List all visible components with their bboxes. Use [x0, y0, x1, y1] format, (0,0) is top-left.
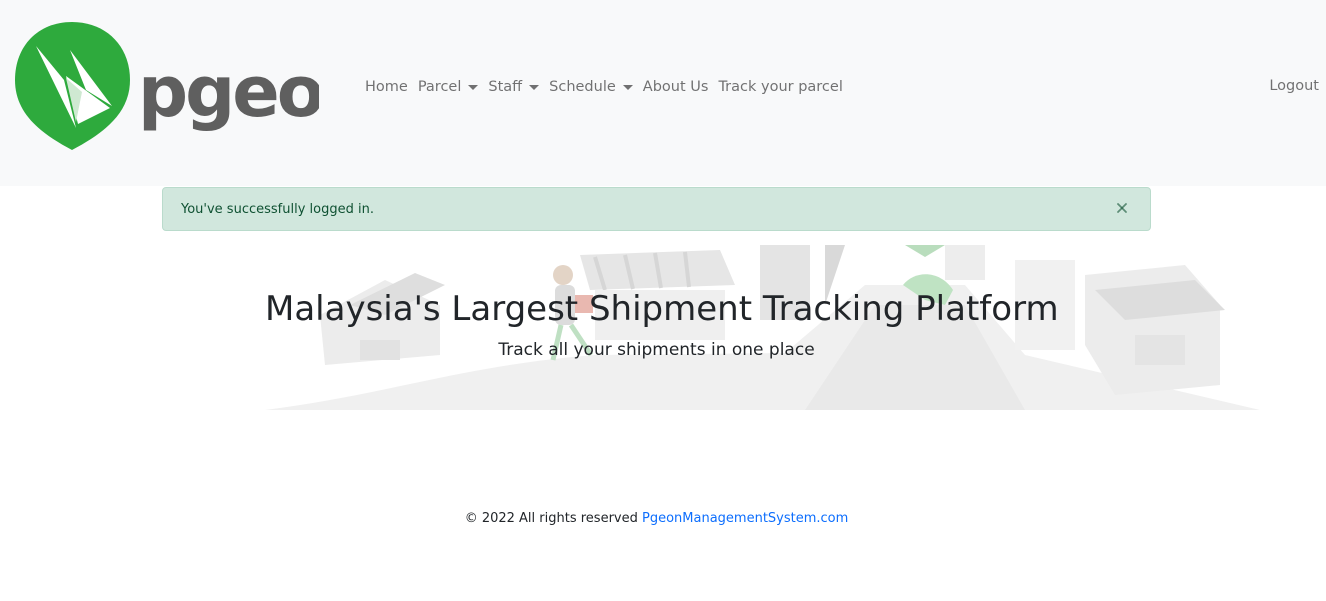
close-icon[interactable] [1114, 200, 1130, 216]
alert-message: You've successfully logged in. [181, 201, 374, 217]
pigeon-paper-plane-icon: pgeon [15, 22, 372, 150]
caret-down-icon [468, 84, 479, 90]
footer-copyright: © 2022 All rights reserved [464, 511, 638, 526]
footer-site-link[interactable]: PgeonManagementSystem.com [642, 511, 848, 526]
nav-menu: Home Parcel Staff Schedule About Us Trac… [360, 74, 848, 100]
brand-logo[interactable]: pgeon [14, 20, 372, 152]
nav-track-link[interactable]: Track your parcel [713, 79, 847, 95]
nav-track-label: Track your parcel [718, 79, 843, 95]
brand-wordmark: pgeon [138, 51, 319, 133]
logout-link[interactable]: Logout [1269, 78, 1319, 94]
footer: © 2022 All rights reserved PgeonManageme… [0, 511, 1313, 526]
success-alert: You've successfully logged in. [162, 187, 1151, 231]
nav-home-link[interactable]: Home [360, 79, 413, 95]
caret-down-icon [622, 84, 633, 90]
caret-down-icon [529, 84, 540, 90]
navbar: pgeon Home Parcel Staff Schedule About U… [0, 0, 1326, 186]
nav-schedule-dropdown[interactable]: Schedule [544, 79, 638, 95]
hero-subtitle: Track all your shipments in one place [498, 340, 815, 360]
nav-staff-label: Staff [488, 79, 523, 95]
nav-home-label: Home [365, 79, 408, 95]
nav-schedule-label: Schedule [549, 79, 616, 95]
nav-parcel-dropdown[interactable]: Parcel [413, 79, 484, 95]
nav-staff-dropdown[interactable]: Staff [483, 79, 544, 95]
hero-banner: Malaysia's Largest Shipment Tracking Pla… [265, 245, 1260, 410]
nav-about-link[interactable]: About Us [638, 79, 714, 95]
nav-about-label: About Us [642, 79, 709, 95]
nav-parcel-label: Parcel [417, 79, 462, 95]
hero-title: Malaysia's Largest Shipment Tracking Pla… [265, 289, 1059, 329]
